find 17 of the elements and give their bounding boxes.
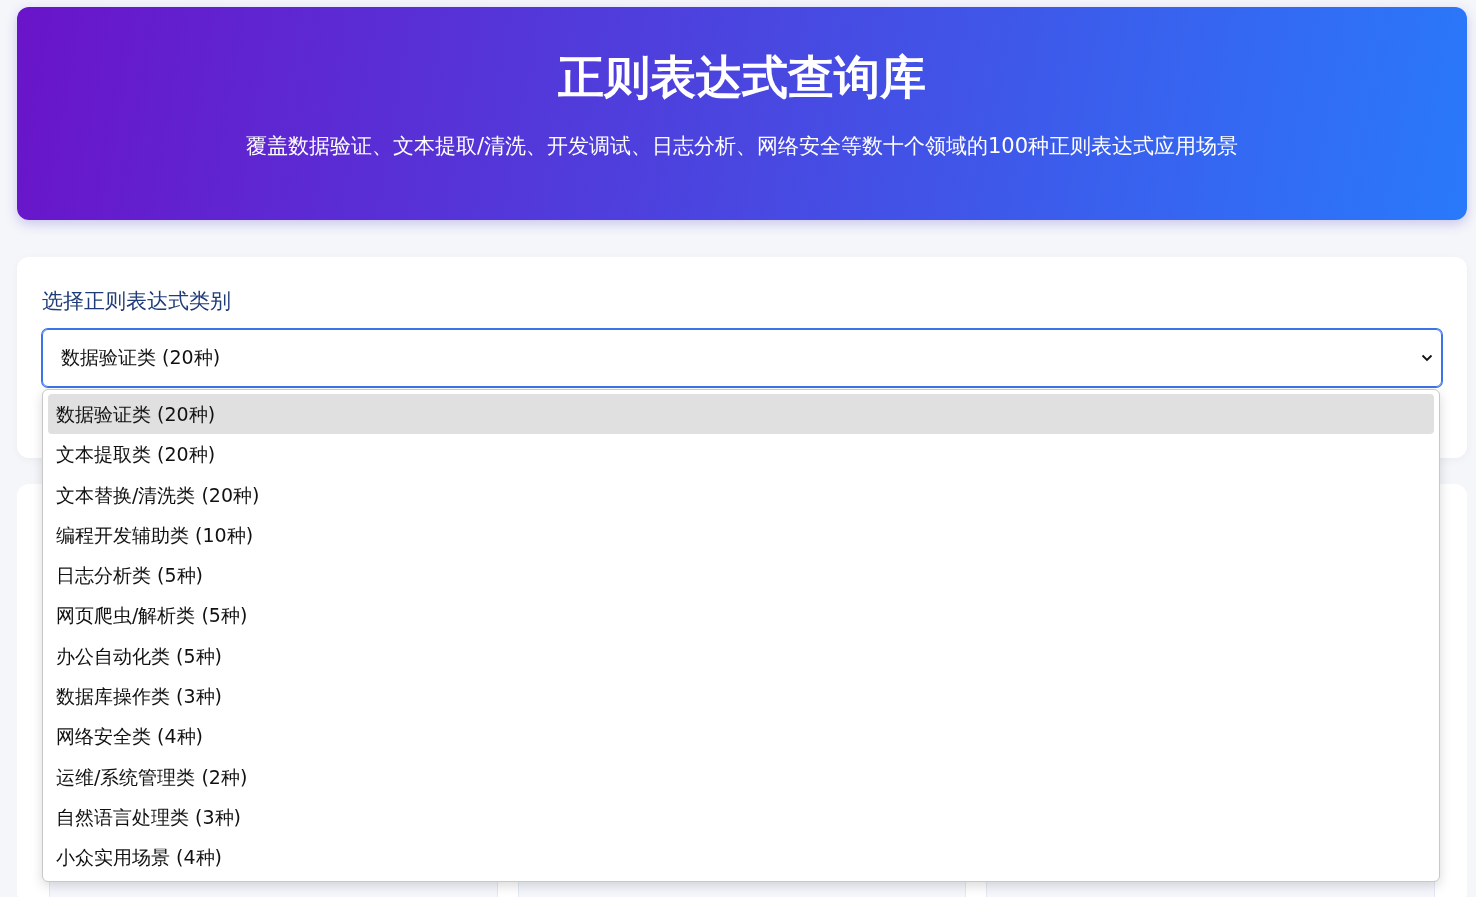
dropdown-option[interactable]: 数据验证类 (20种): [48, 394, 1434, 435]
dropdown-option[interactable]: 编程开发辅助类 (10种): [48, 514, 1434, 556]
dropdown-option[interactable]: 运维/系统管理类 (2种): [48, 756, 1434, 797]
dropdown-option[interactable]: 办公自动化类 (5种): [48, 635, 1434, 677]
dropdown-option[interactable]: 网络安全类 (4种): [48, 716, 1434, 757]
dropdown-option[interactable]: 日志分析类 (5种): [48, 555, 1434, 596]
dropdown-option[interactable]: 自然语言处理类 (3种): [48, 796, 1434, 838]
page-title: 正则表达式查询库: [557, 49, 927, 105]
dropdown-option[interactable]: 文本替换/清洗类 (20种): [48, 474, 1434, 515]
dropdown-option[interactable]: 文本提取类 (20种): [48, 434, 1434, 475]
page-subtitle: 覆盖数据验证、文本提取/清洗、开发调试、日志分析、网络安全等数十个领域的100种正则表达式应用场景: [244, 133, 1240, 160]
dropdown-option[interactable]: 小众实用场景 (4种): [48, 837, 1434, 878]
category-select[interactable]: 数据验证类 (20种): [42, 329, 1442, 387]
dropdown-option[interactable]: 网页爬虫/解析类 (5种): [48, 595, 1434, 636]
dropdown-option[interactable]: 数据库操作类 (3种): [48, 676, 1434, 717]
chevron-down-icon: [1421, 354, 1433, 362]
category-label: 选择正则表达式类别: [42, 288, 232, 315]
